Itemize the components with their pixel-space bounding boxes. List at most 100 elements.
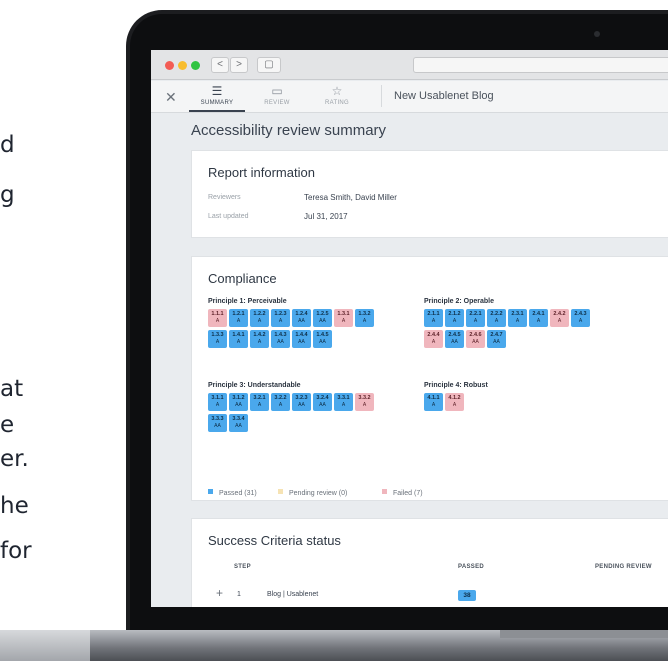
- criterion-level: A: [362, 318, 367, 324]
- legend-failed: Failed (7): [382, 489, 423, 497]
- criterion-badge[interactable]: 1.2.2 A: [250, 309, 269, 327]
- tab-review[interactable]: ▭ REVIEW: [249, 84, 305, 106]
- criterion-badge[interactable]: 1.4.2 A: [250, 330, 269, 348]
- criterion-level: AA: [319, 318, 326, 324]
- criterion-number: 1.2.1: [232, 311, 245, 317]
- expand-row-icon[interactable]: +: [216, 586, 223, 600]
- criterion-level: AA: [235, 423, 242, 429]
- back-button[interactable]: <: [211, 57, 229, 73]
- browser-titlebar: < > ▢: [151, 50, 668, 80]
- tab-rating-label: RATING: [324, 100, 350, 106]
- sidebar-toggle-icon[interactable]: ▢: [257, 57, 281, 73]
- criterion-badge[interactable]: 4.1.2 A: [445, 393, 464, 411]
- legend-pending: Pending review (0): [278, 489, 347, 497]
- address-bar[interactable]: [413, 57, 668, 73]
- tab-summary[interactable]: ☰ SUMMARY: [189, 84, 245, 112]
- forward-button[interactable]: >: [230, 57, 248, 73]
- close-window-button[interactable]: [165, 61, 174, 70]
- criterion-level: A: [236, 318, 241, 324]
- criterion-level: A: [215, 339, 220, 345]
- criterion-badge[interactable]: 1.2.4 AA: [292, 309, 311, 327]
- criterion-level: AA: [472, 339, 479, 345]
- column-header-passed[interactable]: PASSED: [458, 564, 484, 570]
- criterion-badge[interactable]: 1.3.1 A: [334, 309, 353, 327]
- criterion-badge[interactable]: 2.4.7 AA: [487, 330, 506, 348]
- criterion-badge[interactable]: 1.2.3 A: [271, 309, 290, 327]
- criterion-badge[interactable]: 2.4.3 A: [571, 309, 590, 327]
- criterion-badge[interactable]: 3.1.2 AA: [229, 393, 248, 411]
- laptop-base-notch: [500, 630, 668, 638]
- criterion-level: AA: [451, 339, 458, 345]
- marketing-text-line: d: [0, 132, 15, 158]
- criterion-level: A: [257, 402, 262, 408]
- criterion-badge[interactable]: 3.2.2 A: [271, 393, 290, 411]
- criterion-number: 1.1.1: [211, 311, 224, 317]
- column-header-pending[interactable]: PENDING REVIEW: [595, 564, 652, 570]
- row-step-name[interactable]: Blog | Usablenet: [267, 591, 318, 598]
- tab-summary-label: SUMMARY: [200, 100, 234, 106]
- criterion-badge[interactable]: 2.1.1 A: [424, 309, 443, 327]
- criterion-number: 1.4.3: [274, 332, 287, 338]
- criterion-badge[interactable]: 2.4.2 A: [550, 309, 569, 327]
- column-header-step[interactable]: STEP: [234, 564, 251, 570]
- criterion-badge[interactable]: 1.4.3 AA: [271, 330, 290, 348]
- criterion-badge[interactable]: 3.3.2 A: [355, 393, 374, 411]
- tab-rating[interactable]: ☆ RATING: [309, 84, 365, 106]
- marketing-text-line: g: [0, 182, 15, 208]
- criterion-badge[interactable]: 3.3.3 AA: [208, 414, 227, 432]
- criterion-number: 2.4.5: [448, 332, 461, 338]
- criterion-level: A: [452, 318, 457, 324]
- legend-passed: Passed (31): [208, 489, 257, 497]
- criterion-number: 2.2.1: [469, 311, 482, 317]
- criterion-badge[interactable]: 1.2.1 A: [229, 309, 248, 327]
- criterion-badge[interactable]: 2.4.6 AA: [466, 330, 485, 348]
- criterion-badge[interactable]: 3.3.4 AA: [229, 414, 248, 432]
- maximize-window-button[interactable]: [191, 61, 200, 70]
- criterion-badge[interactable]: 2.2.2 A: [487, 309, 506, 327]
- criterion-level: AA: [214, 423, 221, 429]
- criterion-level: A: [494, 318, 499, 324]
- legend-swatch: [382, 489, 387, 494]
- criterion-badge[interactable]: 3.1.1 A: [208, 393, 227, 411]
- criterion-number: 1.4.2: [253, 332, 266, 338]
- criterion-badge[interactable]: 1.4.4 AA: [292, 330, 311, 348]
- criterion-badge[interactable]: 2.2.1 A: [466, 309, 485, 327]
- criterion-number: 3.2.4: [316, 395, 329, 401]
- criterion-level: A: [278, 318, 283, 324]
- criterion-badge[interactable]: 1.2.5 AA: [313, 309, 332, 327]
- legend-pending-label: Pending review (0): [289, 490, 348, 497]
- criterion-number: 3.1.1: [211, 395, 224, 401]
- criterion-badge[interactable]: 1.1.1 A: [208, 309, 227, 327]
- criterion-level: AA: [298, 402, 305, 408]
- criterion-badge[interactable]: 1.3.3 A: [208, 330, 227, 348]
- last-updated-value: Jul 31, 2017: [304, 212, 348, 221]
- criterion-badge[interactable]: 3.3.1 A: [334, 393, 353, 411]
- criterion-badge[interactable]: 2.4.5 AA: [445, 330, 464, 348]
- criterion-level: AA: [235, 402, 242, 408]
- marketing-text-line: er.: [0, 446, 29, 472]
- criterion-number: 3.2.1: [253, 395, 266, 401]
- criterion-level: A: [536, 318, 541, 324]
- criterion-number: 1.2.5: [316, 311, 329, 317]
- criterion-badge[interactable]: 1.4.1 A: [229, 330, 248, 348]
- legend-passed-label: Passed (31): [219, 490, 257, 497]
- list-icon: ☰: [211, 84, 223, 98]
- criterion-number: 4.1.2: [448, 395, 461, 401]
- minimize-window-button[interactable]: [178, 61, 187, 70]
- last-updated-label: Last updated: [208, 213, 249, 220]
- criterion-badge[interactable]: 2.3.1 A: [508, 309, 527, 327]
- criterion-badge[interactable]: 1.3.2 A: [355, 309, 374, 327]
- criterion-badge[interactable]: 2.4.4 A: [424, 330, 443, 348]
- criterion-badge[interactable]: 3.2.4 AA: [313, 393, 332, 411]
- compliance-card: Compliance Principle 1: Perceivable 1.1.1…: [191, 256, 668, 501]
- criterion-badge[interactable]: 1.4.5 AA: [313, 330, 332, 348]
- criterion-badge[interactable]: 4.1.1 A: [424, 393, 443, 411]
- criterion-level: A: [341, 318, 346, 324]
- close-icon[interactable]: ✕: [165, 89, 177, 106]
- criterion-badge[interactable]: 2.4.1 A: [529, 309, 548, 327]
- criterion-badge[interactable]: 2.1.2 A: [445, 309, 464, 327]
- legend-failed-label: Failed (7): [393, 490, 423, 497]
- marketing-text-line: at: [0, 376, 24, 402]
- criterion-badge[interactable]: 3.2.1 A: [250, 393, 269, 411]
- criterion-badge[interactable]: 3.2.3 AA: [292, 393, 311, 411]
